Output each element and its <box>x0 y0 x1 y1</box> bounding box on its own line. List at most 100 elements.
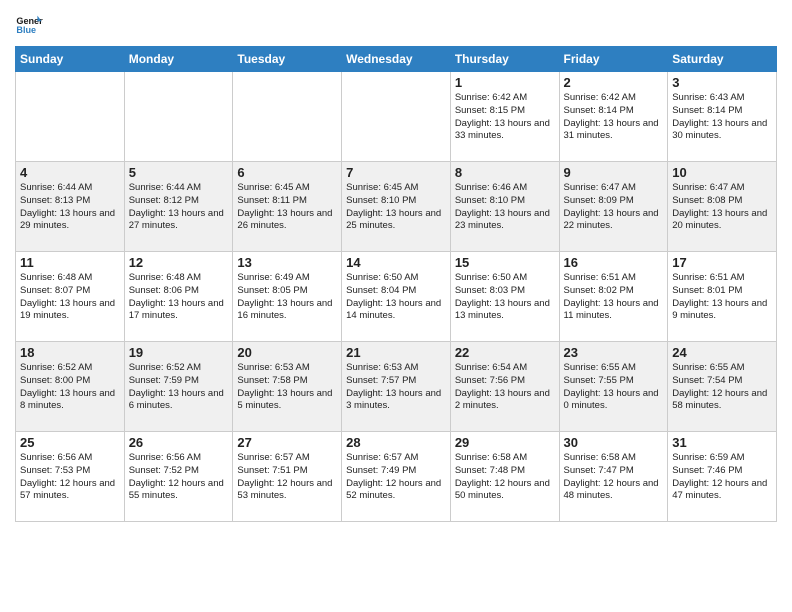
day-info: Sunrise: 6:53 AM Sunset: 7:57 PM Dayligh… <box>346 362 446 413</box>
calendar-cell: 2 Sunrise: 6:42 AM Sunset: 8:14 PM Daylig… <box>559 72 668 162</box>
calendar-week-2: 4Sunrise: 6:44 AM Sunset: 8:13 PM Daylig… <box>16 162 777 252</box>
calendar-cell: 21 Sunrise: 6:53 AM Sunset: 7:57 PM Dayli… <box>342 342 451 432</box>
calendar-cell: 13 Sunrise: 6:49 AM Sunset: 8:05 PM Dayli… <box>233 252 342 342</box>
day-info: Sunrise: 6:47 AM Sunset: 8:08 PM Dayligh… <box>672 182 772 233</box>
calendar-cell: 29 Sunrise: 6:58 AM Sunset: 7:48 PM Dayli… <box>450 432 559 522</box>
day-info: Sunrise: 6:45 AM Sunset: 8:10 PM Dayligh… <box>346 182 446 233</box>
calendar-cell: 14Sunrise: 6:50 AM Sunset: 8:04 PM Dayli… <box>342 252 451 342</box>
day-info: Sunrise: 6:48 AM Sunset: 8:07 PM Dayligh… <box>20 272 120 323</box>
calendar-cell: 26Sunrise: 6:56 AM Sunset: 7:52 PM Dayli… <box>124 432 233 522</box>
calendar-cell: 7 Sunrise: 6:45 AM Sunset: 8:10 PM Daylig… <box>342 162 451 252</box>
calendar-week-1: 1 Sunrise: 6:42 AM Sunset: 8:15 PM Daylig… <box>16 72 777 162</box>
calendar-cell: 11 Sunrise: 6:48 AM Sunset: 8:07 PM Dayli… <box>16 252 125 342</box>
day-number: 1 <box>455 75 555 90</box>
calendar-cell: 24 Sunrise: 6:55 AM Sunset: 7:54 PM Dayli… <box>668 342 777 432</box>
calendar-cell: 8 Sunrise: 6:46 AM Sunset: 8:10 PM Daylig… <box>450 162 559 252</box>
day-info: Sunrise: 6:56 AM Sunset: 7:53 PM Dayligh… <box>20 452 120 503</box>
day-number: 6 <box>237 165 337 180</box>
day-info: Sunrise: 6:57 AM Sunset: 7:51 PM Dayligh… <box>237 452 337 503</box>
day-number: 31 <box>672 435 772 450</box>
calendar-week-5: 25 Sunrise: 6:56 AM Sunset: 7:53 PM Dayli… <box>16 432 777 522</box>
day-number: 7 <box>346 165 446 180</box>
day-info: Sunrise: 6:50 AM Sunset: 8:03 PM Dayligh… <box>455 272 555 323</box>
calendar-header-row: SundayMondayTuesdayWednesdayThursdayFrid… <box>16 47 777 72</box>
day-number: 17 <box>672 255 772 270</box>
calendar-cell <box>16 72 125 162</box>
logo-icon: General Blue <box>15 10 43 38</box>
calendar-cell: 15Sunrise: 6:50 AM Sunset: 8:03 PM Dayli… <box>450 252 559 342</box>
calendar-cell: 18Sunrise: 6:52 AM Sunset: 8:00 PM Dayli… <box>16 342 125 432</box>
calendar-cell: 22 Sunrise: 6:54 AM Sunset: 7:56 PM Dayli… <box>450 342 559 432</box>
day-header-tuesday: Tuesday <box>233 47 342 72</box>
calendar-cell: 23 Sunrise: 6:55 AM Sunset: 7:55 PM Dayli… <box>559 342 668 432</box>
day-number: 13 <box>237 255 337 270</box>
day-header-sunday: Sunday <box>16 47 125 72</box>
calendar-cell: 28 Sunrise: 6:57 AM Sunset: 7:49 PM Dayli… <box>342 432 451 522</box>
day-header-wednesday: Wednesday <box>342 47 451 72</box>
calendar-cell: 5 Sunrise: 6:44 AM Sunset: 8:12 PM Daylig… <box>124 162 233 252</box>
day-info: Sunrise: 6:55 AM Sunset: 7:54 PM Dayligh… <box>672 362 772 413</box>
calendar-cell: 30 Sunrise: 6:58 AM Sunset: 7:47 PM Dayli… <box>559 432 668 522</box>
day-number: 30 <box>564 435 664 450</box>
day-number: 8 <box>455 165 555 180</box>
day-number: 27 <box>237 435 337 450</box>
day-info: Sunrise: 6:44 AM Sunset: 8:13 PM Dayligh… <box>20 182 120 233</box>
day-info: Sunrise: 6:42 AM Sunset: 8:14 PM Dayligh… <box>564 92 664 143</box>
calendar-cell: 16Sunrise: 6:51 AM Sunset: 8:02 PM Dayli… <box>559 252 668 342</box>
day-info: Sunrise: 6:44 AM Sunset: 8:12 PM Dayligh… <box>129 182 229 233</box>
day-info: Sunrise: 6:48 AM Sunset: 8:06 PM Dayligh… <box>129 272 229 323</box>
day-info: Sunrise: 6:57 AM Sunset: 7:49 PM Dayligh… <box>346 452 446 503</box>
day-info: Sunrise: 6:52 AM Sunset: 7:59 PM Dayligh… <box>129 362 229 413</box>
calendar-cell: 9Sunrise: 6:47 AM Sunset: 8:09 PM Daylig… <box>559 162 668 252</box>
day-number: 24 <box>672 345 772 360</box>
calendar-cell <box>342 72 451 162</box>
calendar-body: 1 Sunrise: 6:42 AM Sunset: 8:15 PM Daylig… <box>16 72 777 522</box>
day-info: Sunrise: 6:42 AM Sunset: 8:15 PM Dayligh… <box>455 92 555 143</box>
day-number: 19 <box>129 345 229 360</box>
day-info: Sunrise: 6:45 AM Sunset: 8:11 PM Dayligh… <box>237 182 337 233</box>
day-header-friday: Friday <box>559 47 668 72</box>
day-header-monday: Monday <box>124 47 233 72</box>
day-number: 29 <box>455 435 555 450</box>
calendar-cell <box>233 72 342 162</box>
day-number: 22 <box>455 345 555 360</box>
calendar-cell <box>124 72 233 162</box>
svg-text:Blue: Blue <box>16 25 36 35</box>
day-info: Sunrise: 6:59 AM Sunset: 7:46 PM Dayligh… <box>672 452 772 503</box>
day-number: 11 <box>20 255 120 270</box>
day-info: Sunrise: 6:54 AM Sunset: 7:56 PM Dayligh… <box>455 362 555 413</box>
logo: General Blue <box>15 10 43 38</box>
day-number: 18 <box>20 345 120 360</box>
day-info: Sunrise: 6:58 AM Sunset: 7:47 PM Dayligh… <box>564 452 664 503</box>
day-number: 2 <box>564 75 664 90</box>
day-info: Sunrise: 6:49 AM Sunset: 8:05 PM Dayligh… <box>237 272 337 323</box>
calendar-cell: 10 Sunrise: 6:47 AM Sunset: 8:08 PM Dayli… <box>668 162 777 252</box>
day-info: Sunrise: 6:53 AM Sunset: 7:58 PM Dayligh… <box>237 362 337 413</box>
day-info: Sunrise: 6:51 AM Sunset: 8:01 PM Dayligh… <box>672 272 772 323</box>
calendar-table: SundayMondayTuesdayWednesdayThursdayFrid… <box>15 46 777 522</box>
calendar-cell: 1 Sunrise: 6:42 AM Sunset: 8:15 PM Daylig… <box>450 72 559 162</box>
calendar-week-3: 11 Sunrise: 6:48 AM Sunset: 8:07 PM Dayli… <box>16 252 777 342</box>
calendar-cell: 4Sunrise: 6:44 AM Sunset: 8:13 PM Daylig… <box>16 162 125 252</box>
day-info: Sunrise: 6:47 AM Sunset: 8:09 PM Dayligh… <box>564 182 664 233</box>
day-number: 25 <box>20 435 120 450</box>
day-number: 5 <box>129 165 229 180</box>
day-number: 23 <box>564 345 664 360</box>
day-info: Sunrise: 6:51 AM Sunset: 8:02 PM Dayligh… <box>564 272 664 323</box>
calendar-cell: 20Sunrise: 6:53 AM Sunset: 7:58 PM Dayli… <box>233 342 342 432</box>
day-number: 12 <box>129 255 229 270</box>
calendar-cell: 12 Sunrise: 6:48 AM Sunset: 8:06 PM Dayli… <box>124 252 233 342</box>
day-number: 10 <box>672 165 772 180</box>
calendar-cell: 25 Sunrise: 6:56 AM Sunset: 7:53 PM Dayli… <box>16 432 125 522</box>
day-info: Sunrise: 6:58 AM Sunset: 7:48 PM Dayligh… <box>455 452 555 503</box>
day-header-saturday: Saturday <box>668 47 777 72</box>
day-number: 26 <box>129 435 229 450</box>
day-info: Sunrise: 6:55 AM Sunset: 7:55 PM Dayligh… <box>564 362 664 413</box>
calendar-cell: 19 Sunrise: 6:52 AM Sunset: 7:59 PM Dayli… <box>124 342 233 432</box>
day-number: 28 <box>346 435 446 450</box>
calendar-cell: 31 Sunrise: 6:59 AM Sunset: 7:46 PM Dayli… <box>668 432 777 522</box>
day-info: Sunrise: 6:46 AM Sunset: 8:10 PM Dayligh… <box>455 182 555 233</box>
day-number: 14 <box>346 255 446 270</box>
calendar-cell: 17 Sunrise: 6:51 AM Sunset: 8:01 PM Dayli… <box>668 252 777 342</box>
day-number: 21 <box>346 345 446 360</box>
